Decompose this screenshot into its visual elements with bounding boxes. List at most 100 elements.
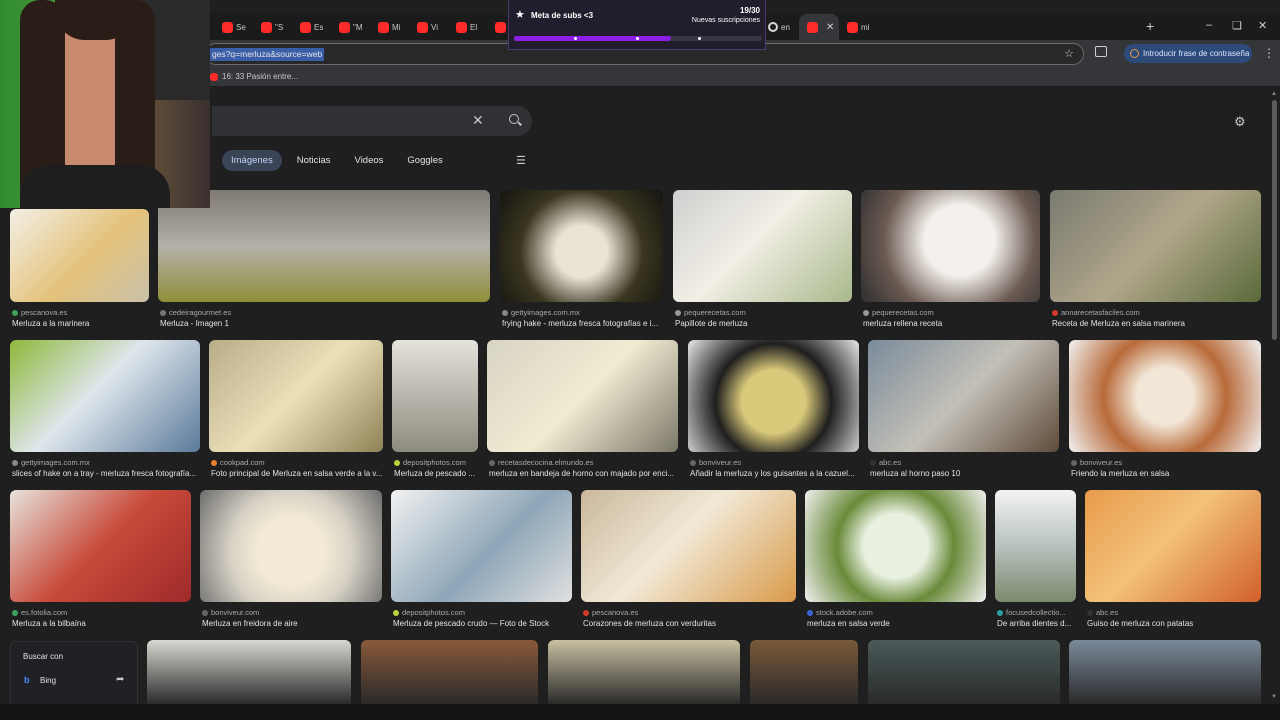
search-input[interactable]	[212, 106, 532, 136]
result-source[interactable]: bonviveur.es	[1071, 458, 1263, 467]
browser-tab[interactable]: "M	[331, 14, 370, 40]
result-caption[interactable]: merluza rellena receta	[863, 319, 1042, 328]
result-source[interactable]: cedeiragourmet.es	[160, 308, 492, 317]
browser-tab[interactable]: Se	[214, 14, 253, 40]
new-tab-button[interactable]: +	[1146, 18, 1154, 34]
browser-tab[interactable]: Mi	[370, 14, 409, 40]
gear-icon[interactable]: ⚙	[1234, 114, 1246, 130]
image-result-thumbnail[interactable]	[673, 190, 852, 302]
maximize-button[interactable]: ❏	[1232, 19, 1242, 32]
url-text[interactable]: ges?q=merluza&source=web	[210, 48, 325, 61]
result-caption[interactable]: Papillote de merluza	[675, 319, 854, 328]
clear-icon[interactable]: ✕	[472, 112, 484, 129]
result-source[interactable]: pequerecetas.com	[675, 308, 854, 317]
result-source[interactable]: stock.adobe.com	[807, 608, 988, 617]
result-caption[interactable]: Merluza - Imagen 1	[160, 319, 492, 328]
result-source[interactable]: recetasdecocina.elmundo.es	[489, 458, 680, 467]
result-caption[interactable]: Merluza en freidora de aire	[202, 619, 384, 628]
browser-menu-icon[interactable]: ⋮	[1263, 46, 1275, 60]
result-source[interactable]: bonviveur.es	[690, 458, 861, 467]
tab-images[interactable]: Imágenes	[222, 149, 282, 171]
result-source[interactable]: depositphotos.com	[394, 458, 480, 467]
scroll-up-arrow-icon[interactable]: ▲	[1271, 91, 1277, 97]
image-result-thumbnail[interactable]	[1069, 640, 1261, 704]
image-result-thumbnail[interactable]	[392, 340, 478, 452]
image-result-thumbnail[interactable]	[995, 490, 1076, 602]
result-source[interactable]: cookpad.com	[211, 458, 385, 467]
browser-tab[interactable]: "S	[253, 14, 292, 40]
result-source[interactable]: pescanova.es	[12, 308, 151, 317]
minimize-button[interactable]: –	[1206, 19, 1212, 31]
image-result-thumbnail[interactable]	[10, 490, 191, 602]
image-result-thumbnail[interactable]	[361, 640, 538, 704]
scrollbar-thumb[interactable]	[1272, 100, 1277, 340]
image-result-thumbnail[interactable]	[805, 490, 986, 602]
close-tab-icon[interactable]: ✕	[826, 22, 834, 33]
result-caption[interactable]: Merluza de pescado ...	[394, 469, 480, 478]
browser-tab[interactable]: ✕	[799, 14, 839, 40]
tab-videos[interactable]: Videos	[346, 150, 393, 171]
browser-tab[interactable]: El	[448, 14, 487, 40]
browser-tab[interactable]: mi	[839, 14, 878, 40]
result-source[interactable]: abc.es	[1087, 608, 1263, 617]
extensions-icon[interactable]	[1095, 46, 1107, 57]
result-caption[interactable]: Receta de Merluza en salsa marinera	[1052, 319, 1263, 328]
bookmark-star-icon[interactable]: ☆	[1064, 47, 1074, 60]
result-source[interactable]: abc.es	[870, 458, 1061, 467]
passphrase-button[interactable]: Introducir frase de contraseña	[1124, 44, 1252, 63]
tab-news[interactable]: Noticias	[288, 150, 340, 171]
image-result-thumbnail[interactable]	[200, 490, 382, 602]
image-result-thumbnail[interactable]	[500, 190, 663, 302]
result-source[interactable]: annarecetasfaciles.com	[1052, 308, 1263, 317]
result-source[interactable]: depositphotos.com	[393, 608, 574, 617]
image-result-thumbnail[interactable]	[868, 640, 1060, 704]
image-result-thumbnail[interactable]	[391, 490, 572, 602]
result-caption[interactable]: slices of hake on a tray - merluza fresc…	[12, 469, 202, 478]
result-caption[interactable]: Merluza de pescado crudo — Foto de Stock	[393, 619, 574, 628]
scroll-down-arrow-icon[interactable]: ▼	[1271, 694, 1277, 700]
result-caption[interactable]: Friendo la merluza en salsa	[1071, 469, 1263, 478]
result-source[interactable]: pescanova.es	[583, 608, 798, 617]
result-caption[interactable]: Corazones de merluza con verduritas	[583, 619, 798, 628]
image-result-thumbnail[interactable]	[1050, 190, 1261, 302]
search-icon[interactable]	[509, 114, 519, 124]
close-window-button[interactable]: ✕	[1258, 19, 1267, 32]
share-icon[interactable]: ➦	[116, 674, 124, 685]
result-caption[interactable]: merluza en salsa verde	[807, 619, 988, 628]
result-caption[interactable]: Merluza a la marinera	[12, 319, 151, 328]
tab-goggles[interactable]: Goggles	[398, 150, 451, 171]
bing-link[interactable]: Bing	[40, 676, 56, 685]
image-result-thumbnail[interactable]	[861, 190, 1040, 302]
result-caption[interactable]: frying hake - merluza fresca fotografías…	[502, 319, 665, 328]
result-source[interactable]: gettyimages.com.mx	[12, 458, 202, 467]
result-source[interactable]: gettyimages.com.mx	[502, 308, 665, 317]
bing-icon[interactable]: b	[24, 675, 30, 685]
image-result-thumbnail[interactable]	[209, 340, 383, 452]
result-caption[interactable]: merluza en bandeja de horno con majado p…	[489, 469, 680, 478]
result-caption[interactable]: merluza al horno paso 10	[870, 469, 1061, 478]
result-caption[interactable]: Merluza a la bilbaína	[12, 619, 193, 628]
image-result-thumbnail[interactable]	[548, 640, 740, 704]
result-caption[interactable]: Guiso de merluza con patatas	[1087, 619, 1263, 628]
image-result-thumbnail[interactable]	[868, 340, 1059, 452]
result-source[interactable]: focusedcollectio...	[997, 608, 1078, 617]
result-source[interactable]: es.fotolia.com	[12, 608, 193, 617]
result-caption[interactable]: Añadir la merluza y los guisantes a la c…	[690, 469, 861, 478]
image-result-thumbnail[interactable]	[487, 340, 678, 452]
result-source[interactable]: pequerecetas.com	[863, 308, 1042, 317]
result-source[interactable]: bonviveur.com	[202, 608, 384, 617]
result-caption[interactable]: De arriba dientes d...	[997, 619, 1078, 628]
bookmark-item[interactable]: 16: 33 Pasión entre...	[210, 72, 298, 81]
image-result-thumbnail[interactable]	[10, 340, 200, 452]
image-result-thumbnail[interactable]	[147, 640, 351, 704]
image-result-thumbnail[interactable]	[10, 209, 149, 302]
image-result-thumbnail[interactable]	[750, 640, 858, 704]
image-result-thumbnail[interactable]	[688, 340, 859, 452]
browser-tab[interactable]: Vi	[409, 14, 448, 40]
image-result-thumbnail[interactable]	[1069, 340, 1261, 452]
filter-icon[interactable]: ☰	[516, 154, 526, 167]
browser-tab[interactable]: Es	[292, 14, 331, 40]
result-caption[interactable]: Foto principal de Merluza en salsa verde…	[211, 469, 385, 478]
image-result-thumbnail[interactable]	[581, 490, 796, 602]
image-result-thumbnail[interactable]	[1085, 490, 1261, 602]
